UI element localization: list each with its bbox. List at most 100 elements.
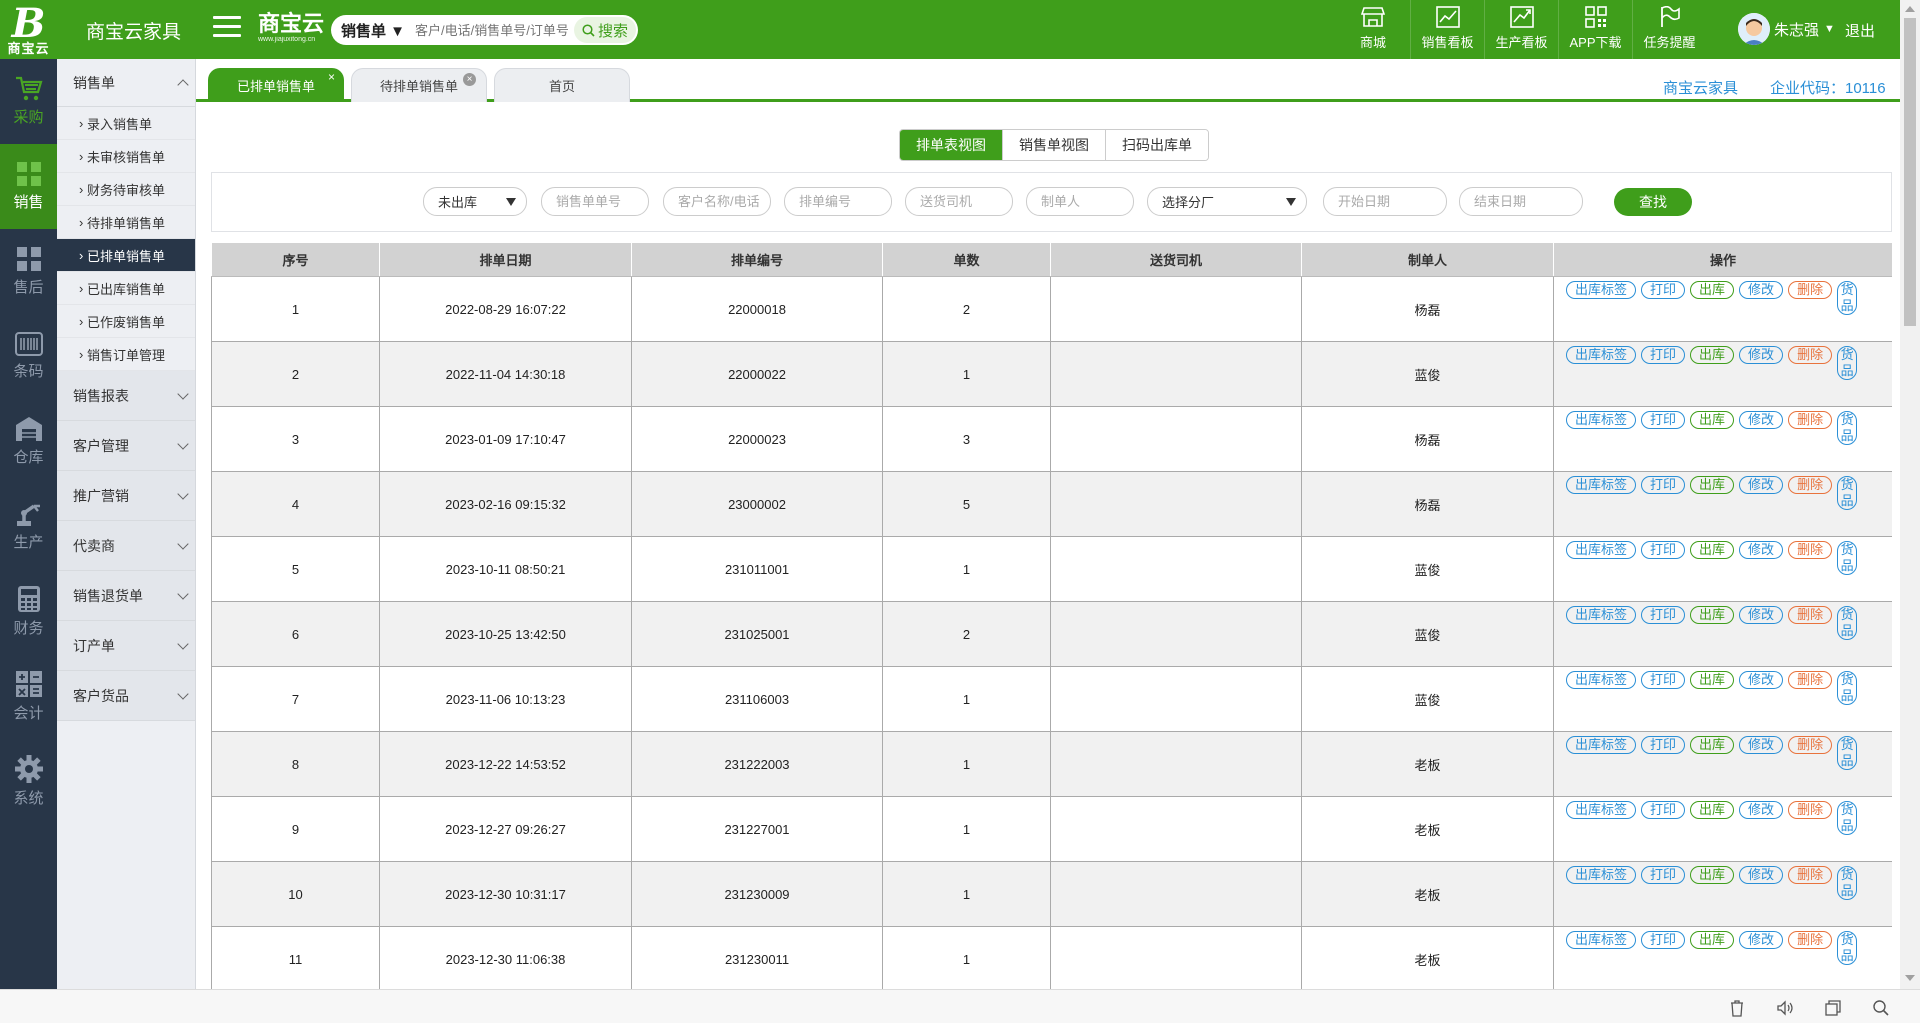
delete-button[interactable]: 删除 — [1788, 346, 1833, 364]
print-button[interactable]: 打印 — [1641, 606, 1686, 624]
nav-production-board[interactable]: 生产看板 — [1484, 0, 1558, 59]
outbound-label-button[interactable]: 出库标签 — [1566, 736, 1637, 754]
delete-button[interactable]: 删除 — [1788, 671, 1833, 689]
module-barcode[interactable]: 条码 — [0, 314, 57, 399]
col-header-schedule-no[interactable]: 排单编号 — [631, 242, 883, 277]
delete-button[interactable]: 删除 — [1788, 476, 1833, 494]
page-scrollbar[interactable] — [1900, 0, 1920, 989]
edit-button[interactable]: 修改 — [1739, 671, 1784, 689]
table-row[interactable]: 8 2023-12-22 14:53:52 231222003 1 老板 出库标签 打印 出库… — [211, 731, 1892, 797]
schedule-no-input[interactable] — [784, 187, 892, 216]
table-row[interactable]: 5 2023-10-11 08:50:21 231011001 1 蓝俊 出库标签 打印 出库… — [211, 536, 1892, 602]
print-button[interactable]: 打印 — [1641, 411, 1686, 429]
print-button[interactable]: 打印 — [1641, 931, 1686, 949]
outbound-button[interactable]: 出库 — [1690, 476, 1735, 494]
scroll-up-icon[interactable] — [1905, 6, 1915, 12]
outbound-button[interactable]: 出库 — [1690, 541, 1735, 559]
module-aftersale[interactable]: 售后 — [0, 229, 57, 314]
nav-task-reminder[interactable]: 任务提醒 — [1632, 0, 1706, 59]
nav-app-download[interactable]: APP下载 — [1558, 0, 1632, 59]
order-no-input[interactable] — [541, 187, 649, 216]
print-button[interactable]: 打印 — [1641, 541, 1686, 559]
module-accounting[interactable]: 会计 — [0, 654, 57, 739]
menu-item-pending-schedule[interactable]: › 待排单销售单 — [57, 206, 195, 239]
view-scan-outbound[interactable]: 扫码出库单 — [1105, 130, 1208, 160]
outbound-label-button[interactable]: 出库标签 — [1566, 606, 1637, 624]
goods-button[interactable]: 货品 — [1837, 606, 1858, 640]
view-schedule-table[interactable]: 排单表视图 — [900, 130, 1002, 160]
delete-button[interactable]: 删除 — [1788, 606, 1833, 624]
goods-button[interactable]: 货品 — [1837, 671, 1858, 705]
speaker-icon[interactable] — [1776, 999, 1794, 1017]
trash-icon[interactable] — [1728, 999, 1746, 1017]
delete-button[interactable]: 删除 — [1788, 931, 1833, 949]
outbound-button[interactable]: 出库 — [1690, 671, 1735, 689]
table-row[interactable]: 4 2023-02-16 09:15:32 23000002 5 杨磊 出库标签 打印 出库修… — [211, 471, 1892, 537]
outbound-button[interactable]: 出库 — [1690, 931, 1735, 949]
goods-button[interactable]: 货品 — [1837, 346, 1858, 380]
col-header-count[interactable]: 单数 — [882, 242, 1051, 277]
outbound-button[interactable]: 出库 — [1690, 866, 1735, 884]
outbound-label-button[interactable]: 出库标签 — [1566, 476, 1637, 494]
module-warehouse[interactable]: 仓库 — [0, 399, 57, 484]
col-header-index[interactable]: 序号 — [211, 242, 380, 277]
edit-button[interactable]: 修改 — [1739, 541, 1784, 559]
module-production[interactable]: 生产 — [0, 484, 57, 569]
goods-button[interactable]: 货品 — [1837, 476, 1858, 510]
edit-button[interactable]: 修改 — [1739, 281, 1784, 299]
menu-section-production-orders[interactable]: 订产单 — [57, 621, 195, 671]
search-button[interactable]: 搜索 — [574, 17, 636, 43]
delete-button[interactable]: 删除 — [1788, 866, 1833, 884]
nav-sales-board[interactable]: 销售看板 — [1410, 0, 1484, 59]
menu-section-customer-goods[interactable]: 客户货品 — [57, 671, 195, 721]
outbound-label-button[interactable]: 出库标签 — [1566, 671, 1637, 689]
outbound-button[interactable]: 出库 — [1690, 606, 1735, 624]
table-row[interactable]: 11 2023-12-30 11:06:38 231230011 1 老板 出库标签 打印出… — [211, 926, 1892, 989]
goods-button[interactable]: 货品 — [1837, 411, 1858, 445]
module-system[interactable]: 系统 — [0, 739, 57, 824]
app-logo[interactable]: B 商宝云 — [0, 0, 57, 59]
goods-button[interactable]: 货品 — [1837, 801, 1858, 835]
factory-select[interactable]: 选择分厂 — [1147, 187, 1307, 216]
menu-section-consignment[interactable]: 代卖商 — [57, 521, 195, 571]
close-icon[interactable]: × — [463, 73, 476, 86]
edit-button[interactable]: 修改 — [1739, 346, 1784, 364]
delete-button[interactable]: 删除 — [1788, 541, 1833, 559]
delete-button[interactable]: 删除 — [1788, 801, 1833, 819]
find-button[interactable]: 查找 — [1614, 188, 1692, 216]
outbound-button[interactable]: 出库 — [1690, 411, 1735, 429]
delete-button[interactable]: 删除 — [1788, 736, 1833, 754]
col-header-creator[interactable]: 制单人 — [1301, 242, 1554, 277]
tab-pending-orders[interactable]: 待排单销售单 × — [351, 68, 487, 102]
print-button[interactable]: 打印 — [1641, 346, 1686, 364]
menu-item-voided[interactable]: › 已作废销售单 — [57, 305, 195, 338]
print-button[interactable]: 打印 — [1641, 801, 1686, 819]
edit-button[interactable]: 修改 — [1739, 931, 1784, 949]
menu-item-shipped[interactable]: › 已出库销售单 — [57, 272, 195, 305]
menu-toggle-icon[interactable] — [213, 16, 241, 40]
customer-input[interactable] — [663, 187, 771, 216]
outbound-label-button[interactable]: 出库标签 — [1566, 281, 1637, 299]
goods-button[interactable]: 货品 — [1837, 931, 1858, 965]
outbound-label-button[interactable]: 出库标签 — [1566, 931, 1637, 949]
col-header-date[interactable]: 排单日期 — [379, 242, 632, 277]
table-row[interactable]: 2 2022-11-04 14:30:18 22000022 1 蓝俊 出库标签 打印 出库修… — [211, 341, 1892, 407]
close-icon[interactable]: × — [328, 70, 335, 84]
menu-section-promotion[interactable]: 推广营销 — [57, 471, 195, 521]
user-menu[interactable]: 朱志强 ▼ — [1738, 12, 1835, 46]
nav-store[interactable]: 商城 — [1336, 0, 1410, 59]
menu-item-order-management[interactable]: › 销售订单管理 — [57, 338, 195, 371]
table-row[interactable]: 3 2023-01-09 17:10:47 22000023 3 杨磊 出库标签 打印 出库修… — [211, 406, 1892, 472]
tab-home[interactable]: 首页 — [494, 68, 630, 102]
module-purchase[interactable]: 采购 — [0, 59, 57, 144]
table-row[interactable]: 10 2023-12-30 10:31:17 231230009 1 老板 出库标签 打印出… — [211, 861, 1892, 927]
table-row[interactable]: 9 2023-12-27 09:26:27 231227001 1 老板 出库标签 打印 出库… — [211, 796, 1892, 862]
menu-section-customers[interactable]: 客户管理 — [57, 421, 195, 471]
start-date-input[interactable] — [1323, 187, 1447, 216]
print-button[interactable]: 打印 — [1641, 671, 1686, 689]
table-row[interactable]: 1 2022-08-29 16:07:22 22000018 2 杨磊 出库标签 打印 出库修… — [211, 276, 1892, 342]
outbound-button[interactable]: 出库 — [1690, 801, 1735, 819]
scroll-down-icon[interactable] — [1905, 975, 1915, 981]
search-type-dropdown[interactable]: 销售单 ▼ — [331, 20, 413, 41]
end-date-input[interactable] — [1459, 187, 1583, 216]
